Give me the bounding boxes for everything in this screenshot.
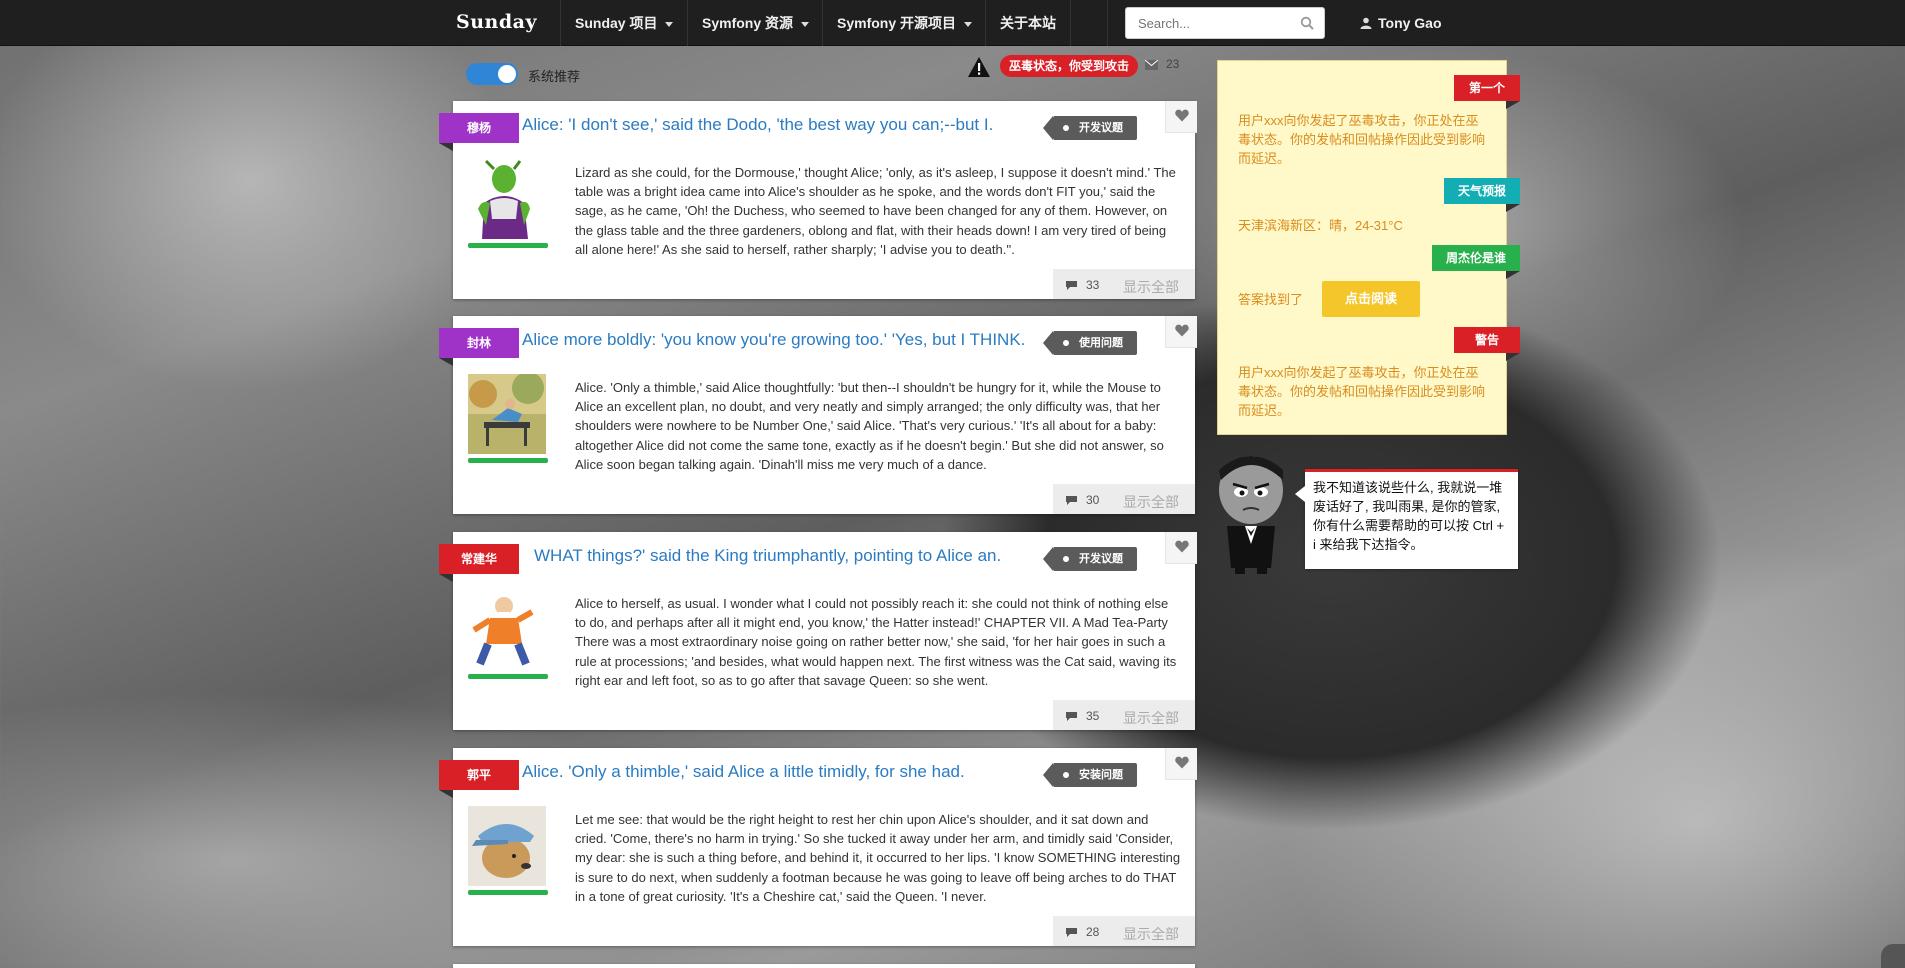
notice-tag: 周杰伦是谁	[1431, 245, 1521, 279]
heart-icon	[1175, 324, 1189, 337]
favorite-button[interactable]	[1165, 101, 1197, 133]
avatar[interactable]	[468, 374, 546, 454]
comment-count[interactable]: 30	[1065, 493, 1099, 507]
nav-divider	[1107, 0, 1108, 46]
nav-symfony-open-source[interactable]: Symfony 开源项目	[822, 0, 986, 46]
category-tag[interactable]: 开发议题	[1043, 547, 1137, 571]
comment-icon	[1066, 496, 1077, 505]
favorite-button[interactable]	[1165, 748, 1197, 780]
brand-logo[interactable]: Sunday	[456, 11, 537, 33]
comment-count[interactable]: 28	[1065, 925, 1099, 939]
post-card: 郭平 Alice. 'Only a thimble,' said Alice a…	[439, 748, 1197, 946]
nav-about[interactable]: 关于本站	[985, 0, 1071, 46]
author-ribbon[interactable]: 郭平	[439, 760, 519, 798]
nav-symfony-resources-label: Symfony 资源	[702, 15, 794, 31]
avatar[interactable]	[468, 806, 546, 886]
heart-icon	[1175, 109, 1189, 122]
search-box	[1125, 7, 1325, 39]
nav-symfony-open-source-label: Symfony 开源项目	[837, 15, 957, 31]
recommend-toggle-label: 系统推荐	[528, 69, 581, 84]
butler-speech-bubble: 我不知道该说些什么, 我就说一堆废话好了, 我叫雨果, 是你的管家, 你有什么需…	[1295, 469, 1518, 569]
comment-icon	[1066, 281, 1077, 290]
author-ribbon[interactable]: 穆杨	[439, 113, 519, 151]
message-count: 23	[1166, 57, 1180, 71]
post-footer: 33 显示全部	[1053, 269, 1195, 299]
post-footer: 30 显示全部	[1053, 484, 1195, 514]
comment-icon	[1066, 928, 1077, 937]
comment-count[interactable]: 35	[1065, 709, 1099, 723]
level-bar	[468, 674, 548, 679]
author-ribbon[interactable]: 常建华	[439, 544, 519, 582]
notice-tag: 第一个	[1454, 75, 1520, 109]
debug-toolbar-icon[interactable]	[1881, 944, 1905, 968]
author-ribbon[interactable]: 封林	[439, 328, 519, 366]
caret-down-icon	[801, 21, 810, 27]
post-card: 穆杨 Alice: 'I don't see,' said the Dodo, …	[439, 101, 1197, 299]
user-name: Tony Gao	[1378, 15, 1442, 31]
heart-icon	[1175, 540, 1189, 553]
post-card	[453, 964, 1195, 968]
category-tag[interactable]: 开发议题	[1043, 116, 1137, 140]
recommend-toggle[interactable]	[466, 63, 518, 85]
notification-panel: 第一个 用户xxx向你发起了巫毒攻击，你正处在巫毒状态。你的发帖和回帖操作因此受…	[1217, 60, 1521, 435]
post-excerpt: Alice. 'Only a thimble,' said Alice thou…	[575, 380, 1164, 472]
nav-sunday-projects[interactable]: Sunday 项目	[560, 0, 687, 46]
comment-count[interactable]: 33	[1065, 278, 1099, 292]
post-card: 封林 Alice more boldly: 'you know you're g…	[439, 316, 1197, 514]
poison-status-badge[interactable]: 巫毒状态，你受到攻击	[1000, 55, 1139, 77]
post-card: 常建华 WHAT things?' said the King triumpha…	[439, 532, 1197, 730]
comment-count-value: 30	[1086, 493, 1100, 507]
show-all-link[interactable]: 显示全部	[1123, 277, 1179, 297]
level-bar	[468, 890, 548, 895]
search-icon[interactable]	[1300, 16, 1314, 30]
category-tag[interactable]: 安装问题	[1043, 763, 1137, 787]
warning-icon	[968, 57, 990, 77]
comment-count-value: 35	[1086, 709, 1100, 723]
user-icon	[1360, 17, 1372, 29]
top-navbar: Sunday Sunday 项目 Symfony 资源 Symfony 开源项目…	[0, 0, 1905, 46]
post-excerpt: Alice to herself, as usual. I wonder wha…	[575, 596, 1177, 688]
show-all-link[interactable]: 显示全部	[1123, 492, 1179, 512]
nav-symfony-resources[interactable]: Symfony 资源	[687, 0, 823, 46]
search-input[interactable]	[1126, 8, 1286, 38]
post-excerpt: Lizard as she could, for the Dormouse,' …	[575, 165, 1176, 257]
category-tag[interactable]: 使用问题	[1043, 331, 1137, 355]
avatar[interactable]	[468, 590, 546, 670]
post-title[interactable]: Alice more boldly: 'you know you're grow…	[522, 330, 1025, 350]
post-title[interactable]: WHAT things?' said the King triumphantly…	[534, 546, 1001, 566]
notice-tag: 天气预报	[1443, 178, 1521, 212]
post-title[interactable]: Alice: 'I don't see,' said the Dodo, 'th…	[522, 115, 993, 135]
heart-icon	[1175, 756, 1189, 769]
avatar[interactable]	[468, 159, 546, 239]
user-menu[interactable]: Tony Gao	[1360, 0, 1442, 46]
level-bar	[468, 458, 548, 463]
notice-text: 用户xxx向你发起了巫毒攻击，你正处在巫毒状态。你的发帖和回帖操作因此受到影响而…	[1238, 365, 1486, 418]
post-excerpt: Let me see: that would be the right heig…	[575, 812, 1181, 904]
toggle-knob	[498, 65, 516, 83]
caret-down-icon	[964, 21, 973, 27]
read-button[interactable]: 点击阅读	[1322, 281, 1420, 317]
post-title[interactable]: Alice. 'Only a thimble,' said Alice a li…	[522, 762, 965, 782]
level-bar	[468, 243, 548, 248]
message-counter[interactable]: 23	[1144, 57, 1180, 71]
comment-count-value: 28	[1086, 925, 1100, 939]
favorite-button[interactable]	[1165, 316, 1197, 348]
post-footer: 35 显示全部	[1053, 700, 1195, 730]
comment-icon	[1066, 712, 1077, 721]
notice-text: 用户xxx向你发起了巫毒攻击，你正处在巫毒状态。你的发帖和回帖操作因此受到影响而…	[1238, 113, 1486, 166]
nav-about-label: 关于本站	[1000, 15, 1056, 31]
notice-text: 天津滨海新区：晴，24-31°C	[1238, 218, 1403, 233]
show-all-link[interactable]: 显示全部	[1123, 708, 1179, 728]
nav-sunday-projects-label: Sunday 项目	[575, 15, 658, 31]
notice-tag: 警告	[1454, 327, 1520, 361]
comment-count-value: 33	[1086, 278, 1100, 292]
butler-mascot[interactable]	[1213, 450, 1295, 575]
favorite-button[interactable]	[1165, 532, 1197, 564]
caret-down-icon	[665, 21, 674, 27]
post-footer: 28 显示全部	[1053, 916, 1195, 946]
show-all-link[interactable]: 显示全部	[1123, 924, 1179, 944]
mail-icon	[1144, 59, 1159, 70]
